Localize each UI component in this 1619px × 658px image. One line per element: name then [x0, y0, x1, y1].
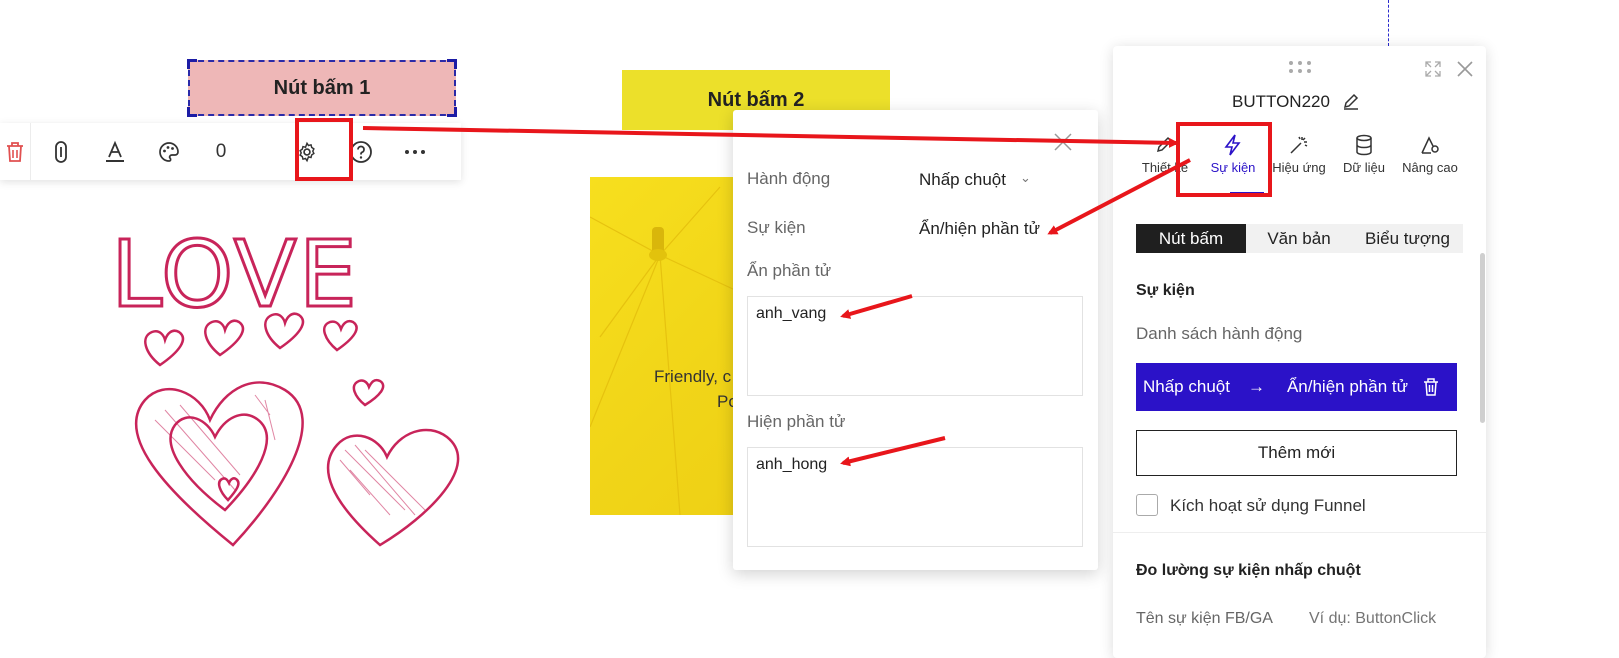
close-icon[interactable] — [1456, 60, 1474, 83]
yellow-umbrella-image[interactable]: Friendly, c Po — [590, 177, 750, 515]
segment-button[interactable]: Nút bấm — [1136, 224, 1246, 253]
arrow-right-icon: → — [1247, 377, 1265, 396]
element-toolbar: 0 — [0, 123, 461, 180]
canvas-button-1[interactable]: Nút bấm 1 — [187, 59, 457, 117]
selection-handle[interactable] — [187, 107, 197, 117]
action-item-action: Ẩn/hiện phần tử — [1286, 377, 1408, 396]
umbrella-graphic — [590, 186, 750, 515]
chevron-down-icon[interactable]: ⌄ — [1020, 170, 1031, 186]
event-settings-popup: Hành động Nhấp chuột ⌄ Sự kiện Ẩn/hiện p… — [733, 110, 1098, 570]
text-format-icon[interactable] — [90, 127, 140, 177]
edit-icon[interactable] — [1342, 92, 1360, 115]
selection-handle[interactable] — [447, 107, 457, 117]
segment-text[interactable]: Văn bản — [1248, 224, 1350, 253]
selection-handle[interactable] — [187, 59, 197, 69]
action-item[interactable]: Nhấp chuột → Ẩn/hiện phần tử — [1136, 363, 1457, 411]
love-text: LOVE — [111, 221, 359, 328]
palette-icon[interactable] — [144, 127, 194, 177]
tab-advanced[interactable]: Nâng cao — [1398, 134, 1462, 175]
hide-element-field[interactable]: anh_vang — [747, 296, 1083, 396]
action-list-label: Danh sách hành động — [1136, 324, 1303, 343]
toolbar-counter: 0 — [215, 140, 227, 162]
expand-icon[interactable] — [1424, 60, 1442, 83]
tab-advanced-label: Nâng cao — [1402, 160, 1458, 175]
button-1-label: Nút bấm 1 — [273, 76, 371, 99]
tab-data[interactable]: Dữ liệu — [1332, 134, 1396, 175]
link-icon[interactable] — [36, 127, 86, 177]
funnel-label: Kích hoạt sử dụng Funnel — [1170, 496, 1366, 515]
add-new-button[interactable]: Thêm mới — [1136, 430, 1457, 476]
delete-icon[interactable] — [1422, 377, 1440, 397]
annotation-box — [1176, 122, 1272, 197]
measure-title: Đo lường sự kiện nhấp chuột — [1136, 562, 1361, 579]
advanced-icon — [1398, 134, 1462, 160]
delete-icon[interactable] — [0, 127, 30, 177]
scrollbar[interactable] — [1480, 253, 1485, 423]
selection-handle[interactable] — [447, 59, 457, 69]
event-name-label: Tên sự kiện FB/GA — [1136, 610, 1273, 627]
action-item-trigger: Nhấp chuột — [1143, 377, 1230, 396]
element-title: BUTTON220 — [1232, 92, 1330, 111]
section-divider — [1113, 532, 1486, 533]
hide-element-label: Ẩn phần tử — [747, 261, 832, 280]
annotation-box — [295, 118, 353, 181]
close-icon[interactable] — [1053, 132, 1073, 157]
drag-handle-icon[interactable] — [1288, 60, 1312, 79]
segment-icon[interactable]: Biểu tượng — [1352, 224, 1463, 253]
button-2-label: Nút bấm 2 — [707, 88, 805, 111]
properties-panel: BUTTON220 Thiết kế Sự kiện Hiệu ứng Dữ l… — [1113, 46, 1486, 658]
tab-data-label: Dữ liệu — [1343, 160, 1385, 175]
show-element-field[interactable]: anh_hong — [747, 447, 1083, 547]
more-icon[interactable] — [390, 127, 440, 177]
event-select[interactable]: Ẩn/hiện phần tử — [919, 219, 1040, 239]
toolbar-divider — [30, 123, 31, 180]
event-name-input[interactable] — [1309, 604, 1459, 634]
guide-line — [1388, 0, 1389, 46]
show-element-label: Hiện phần tử — [747, 412, 846, 431]
funnel-checkbox[interactable] — [1136, 494, 1158, 516]
image-caption-line1: Friendly, c — [654, 367, 732, 386]
section-title: Sự kiện — [1136, 282, 1195, 299]
love-hearts-image: LOVE — [110, 220, 460, 547]
tab-effects-label: Hiệu ứng — [1272, 160, 1326, 175]
magic-wand-icon — [1267, 134, 1331, 160]
action-select[interactable]: Nhấp chuột — [919, 170, 1006, 190]
tab-effects[interactable]: Hiệu ứng — [1267, 134, 1331, 175]
database-icon — [1332, 134, 1396, 160]
action-label: Hành động — [747, 169, 831, 188]
event-label: Sự kiện — [747, 218, 806, 237]
